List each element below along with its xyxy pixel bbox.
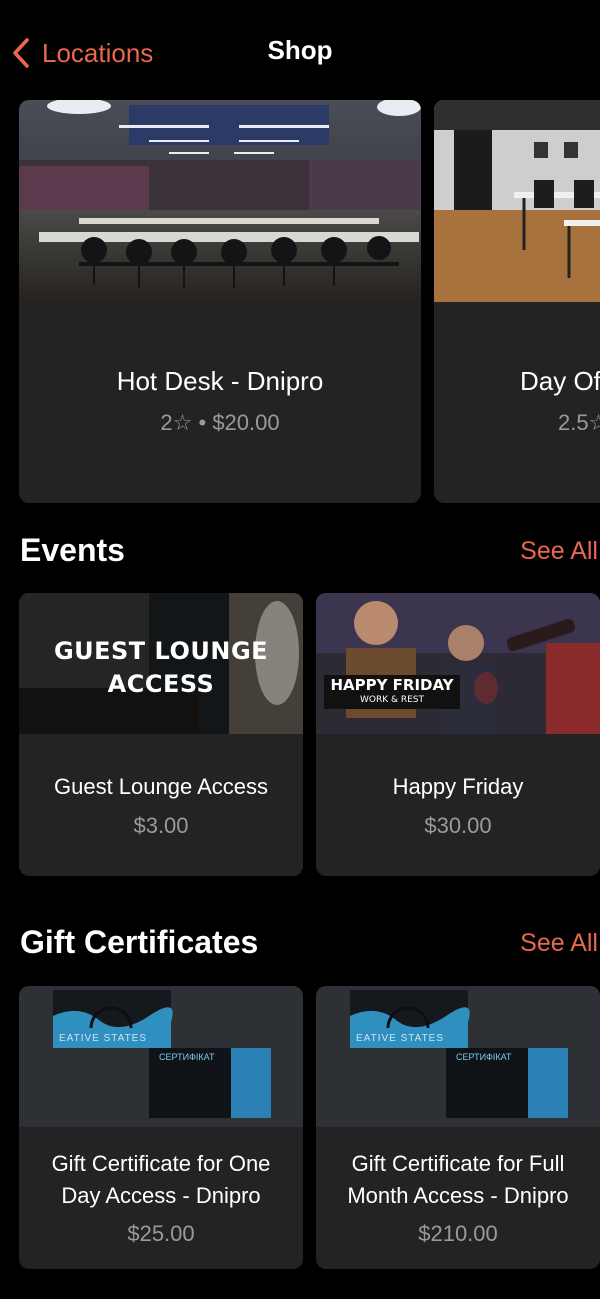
gift-card-one-day[interactable]: EATIVE STATES СЕРТИФІКАТ Gift Certificat… <box>19 986 303 1269</box>
event-title: Happy Friday <box>392 774 524 799</box>
event-price: $3.00 <box>133 813 189 838</box>
gift-image-cert-label: СЕРТИФІКАТ <box>159 1052 215 1062</box>
featured-title: Hot Desk - Dnipro <box>116 366 324 396</box>
gift-image-brand: EATIVE STATES <box>59 1033 148 1044</box>
featured-card-hot-desk[interactable]: Hot Desk - Dnipro 2☆ • $20.00 <box>19 100 421 503</box>
happy-friday-image-line1: HAPPY FRIDAY <box>330 676 454 694</box>
guest-lounge-image-line1: GUEST LOUNGE <box>53 637 269 665</box>
gift-image-brand: EATIVE STATES <box>356 1033 445 1044</box>
event-card-happy-friday[interactable]: HAPPY FRIDAY WORK & REST Happy Friday $3… <box>316 593 600 876</box>
guest-lounge-image-line2: ACCESS <box>107 670 215 698</box>
gift-image-cert-label: СЕРТИФІКАТ <box>456 1052 512 1062</box>
gift-certificate-image: EATIVE STATES СЕРТИФІКАТ <box>19 986 303 1127</box>
navigation-bar: Locations Shop <box>0 0 600 100</box>
events-see-all-link[interactable]: See All <box>520 537 598 566</box>
featured-card-day-office[interactable]: Day Of 2.5☆ <box>434 100 600 503</box>
featured-carousel[interactable]: Hot Desk - Dnipro 2☆ • $20.00 Day Of 2.5… <box>0 100 600 503</box>
office-room-image <box>434 100 600 302</box>
event-price: $30.00 <box>424 813 492 838</box>
gift-title-line2: Day Access - Dnipro <box>61 1183 261 1208</box>
featured-title: Day Of <box>520 366 600 396</box>
featured-rating: 2☆ <box>160 410 193 435</box>
gift-title-line1: Gift Certificate for One <box>51 1151 271 1176</box>
gift-price: $210.00 <box>418 1221 498 1246</box>
gift-certificates-see-all-link[interactable]: See All <box>520 929 598 958</box>
events-section-title: Events <box>20 532 125 568</box>
event-card-guest-lounge[interactable]: GUEST LOUNGE ACCESS Guest Lounge Access … <box>19 593 303 876</box>
featured-rating: 2.5☆ <box>558 410 600 435</box>
gift-title-line1: Gift Certificate for Full <box>351 1151 565 1176</box>
featured-price: $20.00 <box>212 410 280 435</box>
dot-separator: • <box>198 410 213 435</box>
event-title: Guest Lounge Access <box>53 774 269 799</box>
happy-friday-image-line2: WORK & REST <box>359 695 425 705</box>
guest-lounge-image: GUEST LOUNGE ACCESS <box>19 593 303 734</box>
gift-card-full-month[interactable]: EATIVE STATES СЕРТИФІКАТ Gift Certificat… <box>316 986 600 1269</box>
gift-price: $25.00 <box>127 1221 195 1246</box>
featured-meta: 2.5☆ <box>558 410 600 436</box>
gift-certificate-image: EATIVE STATES СЕРТИФІКАТ <box>316 986 600 1127</box>
gift-certificates-section-title: Gift Certificates <box>20 924 259 960</box>
page-title: Shop <box>267 35 333 65</box>
featured-meta: 2☆ • $20.00 <box>19 410 421 436</box>
coworking-space-image <box>19 100 421 302</box>
happy-friday-image: HAPPY FRIDAY WORK & REST <box>316 593 600 734</box>
gift-title-line2: Month Access - Dnipro <box>347 1183 569 1208</box>
